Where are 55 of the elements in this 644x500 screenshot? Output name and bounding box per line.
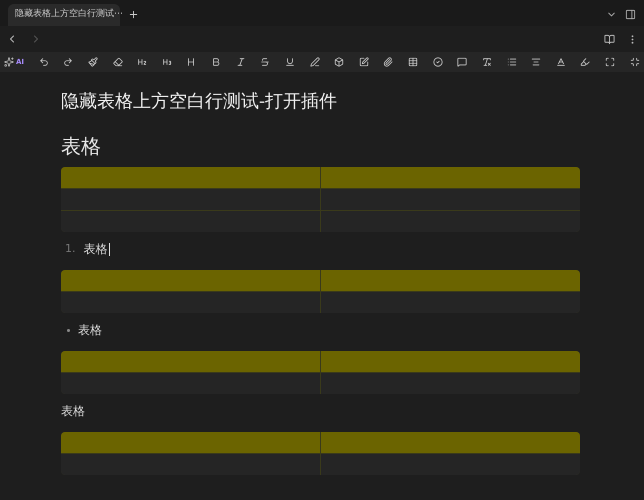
comment-icon[interactable] [457, 57, 468, 67]
header-cell[interactable] [321, 432, 580, 453]
cube-icon[interactable] [334, 57, 344, 67]
header-cell[interactable] [61, 270, 320, 291]
align-icon[interactable] [531, 57, 542, 67]
header-cell[interactable] [61, 432, 320, 453]
heading-three-icon[interactable] [162, 57, 172, 67]
heading-two-icon[interactable] [137, 57, 148, 67]
header-cell[interactable] [321, 270, 580, 291]
italic-icon[interactable] [236, 57, 246, 67]
collapse-icon[interactable] [630, 57, 640, 67]
eraser-icon[interactable] [112, 57, 123, 67]
tab-title: 隐藏表格上方空白行测试⋯ [15, 8, 123, 22]
check-circle-icon[interactable] [432, 57, 443, 67]
pen-icon[interactable] [310, 57, 320, 67]
underline-icon[interactable] [284, 57, 295, 67]
book-icon[interactable] [604, 34, 615, 44]
paragraph: 表格 [61, 403, 86, 420]
table-cell[interactable] [321, 211, 580, 232]
table-cell[interactable] [61, 189, 320, 210]
document-title: 隐藏表格上方空白行测试-打开插件 [61, 90, 338, 114]
table-cell[interactable] [321, 189, 580, 210]
paperclip-icon[interactable] [383, 57, 394, 67]
brush-icon[interactable] [88, 57, 98, 67]
new-tab-icon[interactable] [128, 9, 139, 20]
section-heading: 表格 [61, 133, 102, 160]
header-cell[interactable] [321, 167, 580, 188]
undo-icon[interactable] [38, 57, 49, 67]
table-cell[interactable] [61, 211, 320, 232]
edit-icon[interactable] [358, 57, 369, 67]
list-item-text: 表格 [84, 241, 108, 258]
highlighter-icon[interactable] [580, 57, 590, 67]
table-cell[interactable] [321, 373, 580, 394]
font-color-icon[interactable] [556, 57, 566, 67]
expand-icon[interactable] [605, 57, 616, 67]
header-cell[interactable] [61, 351, 320, 372]
sidebar-toggle-icon[interactable] [625, 9, 636, 20]
table-icon[interactable] [408, 57, 418, 67]
table-cell[interactable] [321, 454, 580, 475]
bold-icon[interactable] [211, 57, 222, 67]
heading-icon[interactable] [186, 57, 196, 67]
table-cell[interactable] [61, 373, 320, 394]
sparkle-icon[interactable] [4, 57, 14, 67]
list-item-text: 表格 [78, 322, 102, 339]
table-cell[interactable] [61, 454, 320, 475]
list-number: 1. [65, 240, 76, 257]
table-cell[interactable] [321, 292, 580, 313]
redo-icon[interactable] [63, 57, 74, 67]
table-cell[interactable] [61, 292, 320, 313]
clear-format-icon[interactable] [482, 57, 492, 67]
text-cursor [108, 242, 110, 256]
strikethrough-icon[interactable] [260, 57, 270, 67]
header-cell[interactable] [61, 167, 320, 188]
tab[interactable]: 隐藏表格上方空白行测试⋯ [8, 4, 120, 26]
header-cell[interactable] [321, 351, 580, 372]
